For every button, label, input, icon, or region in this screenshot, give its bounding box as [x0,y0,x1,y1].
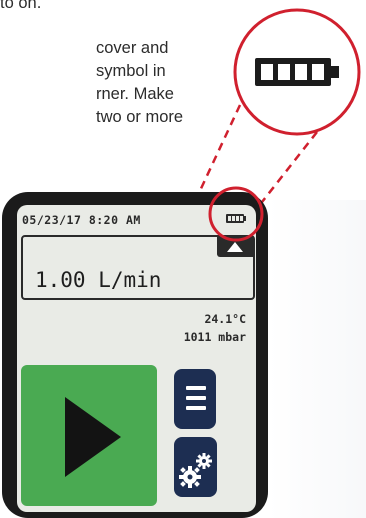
flow-rate-display[interactable]: 1.00 L/min [21,235,255,300]
flow-rate-value: 1.00 L/min [35,268,161,292]
menu-button[interactable] [174,369,216,429]
settings-button[interactable] [174,437,217,497]
manual-line: two or more [96,108,184,126]
callout-pointer-line [196,104,242,196]
background-panel [268,200,366,518]
pressure-readout: 1011 mbar [183,330,246,344]
manual-line: rner. Make [96,85,174,103]
battery-full-icon [226,214,246,223]
status-ampm: AM [125,213,141,227]
play-icon [65,397,121,477]
gears-icon [179,453,212,488]
manual-line: to on. [0,0,42,12]
start-button[interactable] [21,365,157,506]
manual-line: cover and [96,39,169,57]
battery-full-icon [255,58,341,86]
flow-adjust-button[interactable] [217,237,253,257]
status-bar: 05/23/17 8:20 AM [22,213,141,227]
temperature-readout: 24.1°C [204,312,246,326]
triangle-up-icon [227,242,243,252]
status-date: 05/23/17 [22,213,82,227]
flow-value-number: 1.00 [35,268,86,292]
status-time: 8:20 [88,213,119,227]
flow-value-unit: L/min [98,268,162,292]
device-screen: 05/23/17 8:20 AM 1.00 L/min 24.1°C 1011 … [17,205,256,512]
manual-line: symbol in [96,62,166,80]
manual-text: to on. cover and symbol in rner. Make tw… [0,0,200,129]
